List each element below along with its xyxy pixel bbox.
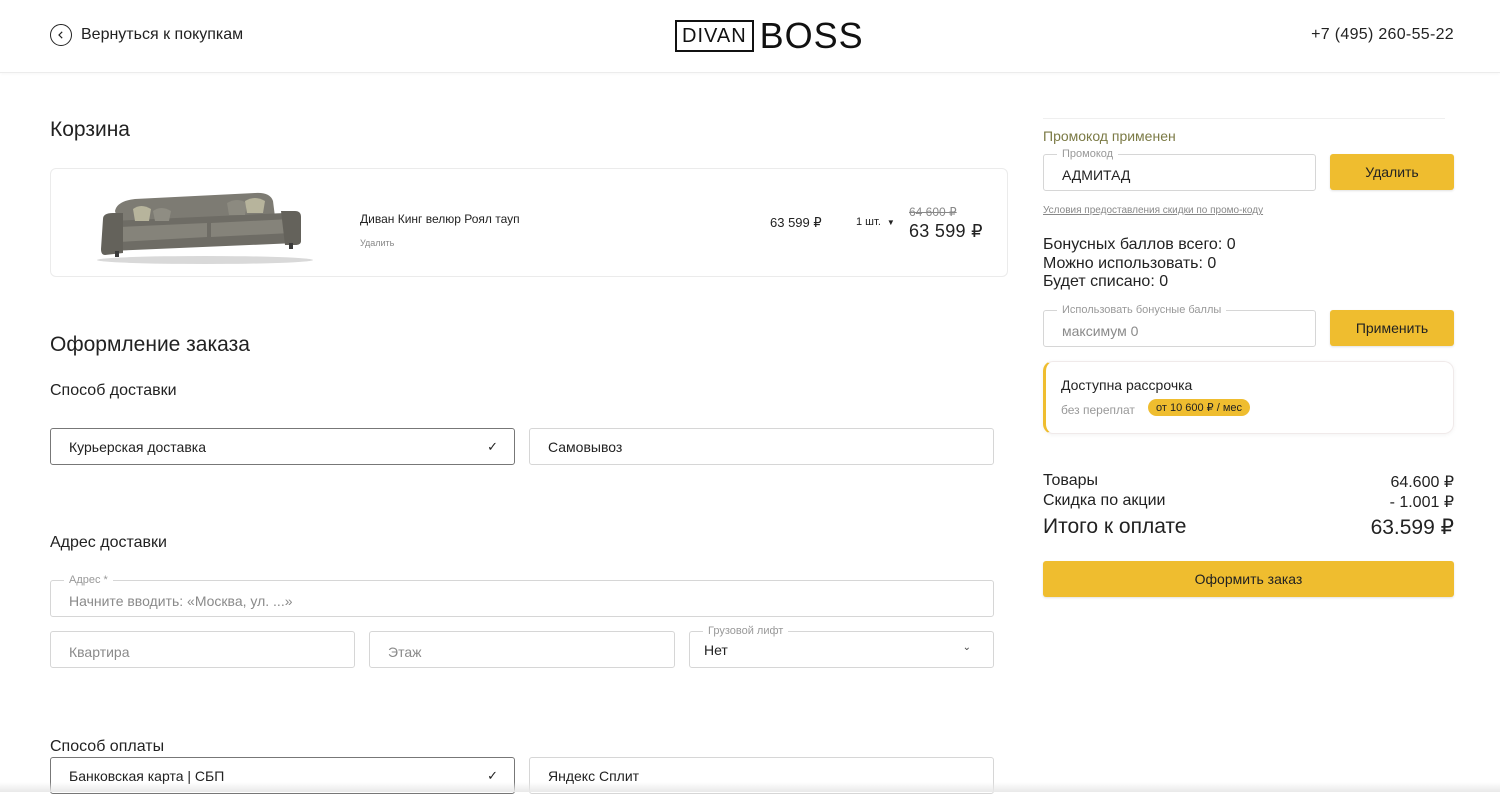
logo-text: BOSS xyxy=(759,15,864,56)
divider xyxy=(1043,118,1445,119)
chevron-down-icon: ⌄ xyxy=(962,642,971,653)
logo-box-text: DIVAN xyxy=(675,20,754,52)
delivery-option-courier[interactable]: Курьерская доставка ✓ xyxy=(50,428,515,465)
floor-field xyxy=(369,631,675,668)
old-price: 64 600 ₽ xyxy=(909,205,957,219)
bonus-apply-button[interactable]: Применить xyxy=(1330,310,1454,346)
goods-label: Товары xyxy=(1043,472,1099,489)
quantity-select[interactable]: 1 шт. ▼ xyxy=(856,216,895,228)
delivery-method-title: Способ доставки xyxy=(50,382,177,399)
discount-row: Скидка по акции - 1.001 ₽ xyxy=(1043,492,1454,512)
bonus-label: Использовать бонусные баллы xyxy=(1057,304,1227,316)
sofa-image xyxy=(97,192,313,264)
phone-number[interactable]: +7 (495) 260-55-22 xyxy=(1311,26,1454,44)
promo-delete-button[interactable]: Удалить xyxy=(1330,154,1454,190)
cart-title: Корзина xyxy=(50,118,130,141)
promo-field: Промокод xyxy=(1043,148,1316,191)
promo-input[interactable] xyxy=(1044,155,1315,190)
back-label: Вернуться к покупкам xyxy=(81,26,244,43)
caret-down-icon: ▼ xyxy=(886,217,895,227)
unit-price: 63 599 ₽ xyxy=(770,215,822,230)
item-total-price: 63 599 ₽ xyxy=(909,221,983,241)
elevator-value: Нет xyxy=(704,642,728,658)
checkout-button[interactable]: Оформить заказ xyxy=(1043,561,1454,597)
bonus-field: Использовать бонусные баллы xyxy=(1043,304,1316,347)
check-icon: ✓ xyxy=(487,439,498,454)
discount-label: Скидка по акции xyxy=(1043,492,1166,509)
total-label: Итого к оплате xyxy=(1043,515,1187,538)
apartment-field xyxy=(50,631,355,668)
payment-method-title: Способ оплаты xyxy=(50,738,165,755)
delivery-option-pickup[interactable]: Самовывоз xyxy=(529,428,994,465)
promo-label: Промокод xyxy=(1057,148,1119,160)
promo-status: Промокод применен xyxy=(1043,128,1176,144)
remove-item-link[interactable]: Удалить xyxy=(360,238,394,248)
order-title: Оформление заказа xyxy=(50,333,250,356)
address-field: Адрес * xyxy=(50,574,994,617)
goods-row: Товары 64.600 ₽ xyxy=(1043,472,1454,492)
logo[interactable]: DIVAN BOSS xyxy=(675,18,864,54)
back-to-shopping-link[interactable]: Вернуться к покупкам xyxy=(50,24,243,46)
chevron-left-icon xyxy=(50,24,72,46)
total-row: Итого к оплате 63.599 ₽ xyxy=(1043,515,1454,540)
scroll-fade xyxy=(0,782,1500,792)
promo-terms-link[interactable]: Условия предоставления скидки по промо-к… xyxy=(1043,205,1263,216)
floor-input[interactable] xyxy=(370,632,674,667)
apartment-input[interactable] xyxy=(51,632,354,667)
bonus-spent: Будет списано: 0 xyxy=(1043,273,1169,290)
installment-subtitle: без переплат xyxy=(1061,403,1135,417)
address-label: Адрес * xyxy=(64,574,113,586)
delivery-option-label: Курьерская доставка xyxy=(69,438,206,455)
elevator-select[interactable]: Грузовой лифт Нет ⌄ xyxy=(689,625,994,668)
discount-value: - 1.001 ₽ xyxy=(1389,494,1454,511)
cart-item: Диван Кинг велюр Роял тауп Удалить 63 59… xyxy=(50,168,1008,277)
bonus-input[interactable] xyxy=(1044,311,1315,346)
product-name[interactable]: Диван Кинг велюр Роял тауп xyxy=(360,212,520,226)
goods-value: 64.600 ₽ xyxy=(1390,474,1454,491)
address-input[interactable] xyxy=(51,581,993,616)
total-value: 63.599 ₽ xyxy=(1370,516,1454,539)
elevator-label: Грузовой лифт xyxy=(703,625,789,637)
address-title: Адрес доставки xyxy=(50,534,167,551)
header: Вернуться к покупкам DIVAN BOSS +7 (495)… xyxy=(0,0,1500,73)
delivery-option-label: Самовывоз xyxy=(548,438,623,455)
bonus-total: Бонусных баллов всего: 0 xyxy=(1043,236,1236,253)
installment-card[interactable]: Доступна рассрочка без переплат от 10 60… xyxy=(1043,361,1454,434)
installment-badge: от 10 600 ₽ / мес xyxy=(1148,399,1251,416)
quantity-value: 1 шт. xyxy=(856,216,881,228)
installment-title: Доступна рассрочка xyxy=(1061,377,1193,393)
bonus-available: Можно использовать: 0 xyxy=(1043,255,1217,272)
